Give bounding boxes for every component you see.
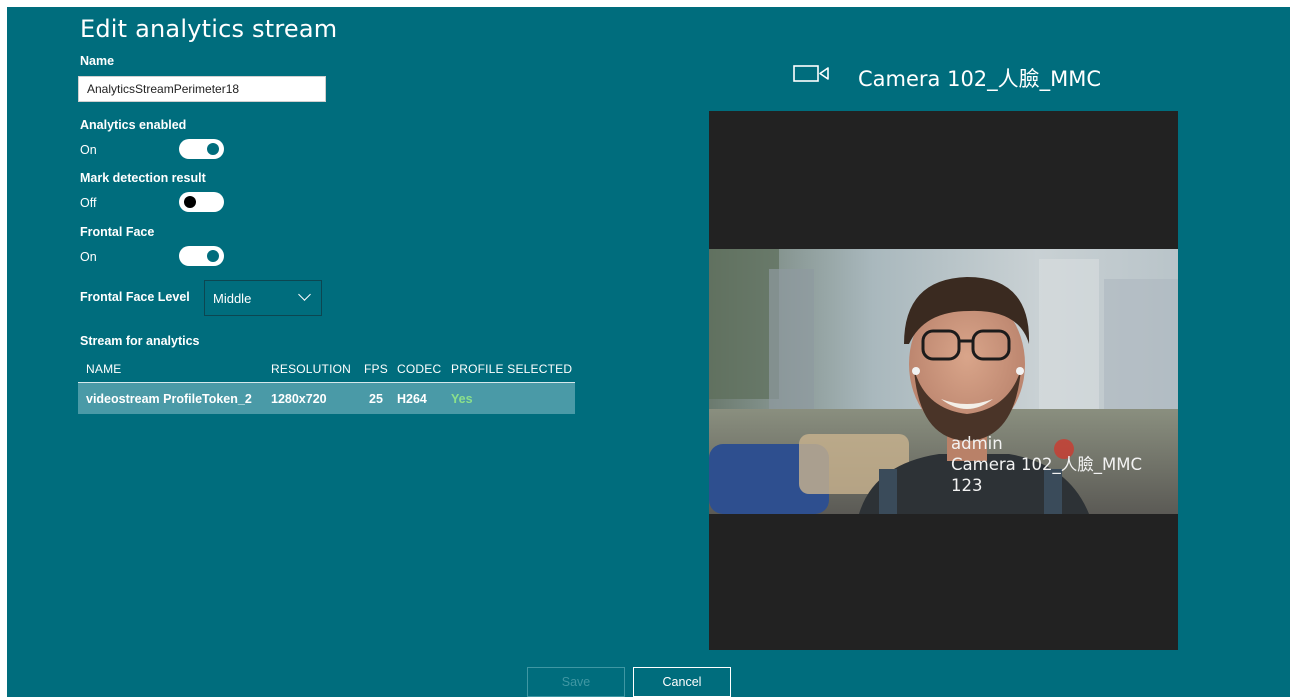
analytics-enabled-state: On [80,143,97,157]
name-label: Name [80,54,115,68]
overlay-line-code: 123 [951,476,983,495]
page-title: Edit analytics stream [80,15,338,43]
mark-detection-label: Mark detection result [80,171,206,185]
column-header-codec: CODEC [397,362,442,376]
cell-fps: 25 [369,392,383,406]
column-header-fps: FPS [364,362,388,376]
cancel-button[interactable]: Cancel [633,667,731,697]
toggle-knob [207,250,219,262]
name-input[interactable] [78,76,326,102]
mark-detection-state: Off [80,196,97,210]
video-preview: admin Camera 102_人臉_MMC 123 [709,111,1178,650]
column-header-name: NAME [86,362,122,376]
edit-analytics-stream-dialog: Edit analytics stream Name Analytics ena… [7,7,1290,697]
cell-codec: H264 [397,392,427,406]
cell-profile-selected: Yes [451,392,473,406]
frontal-face-level-label: Frontal Face Level [80,290,190,304]
stream-section-label: Stream for analytics [80,334,200,348]
toggle-knob [207,143,219,155]
dropdown-value: Middle [213,291,252,306]
overlay-line-user: admin [951,434,1003,453]
save-button[interactable]: Save [527,667,625,697]
frontal-face-toggle[interactable] [179,246,224,266]
video-camera-icon [793,63,837,85]
analytics-enabled-toggle[interactable] [179,139,224,159]
chevron-down-icon [298,288,311,301]
table-row[interactable]: videostream ProfileToken_2 1280x720 25 H… [78,382,575,414]
cell-name: videostream ProfileToken_2 [86,392,252,406]
camera-title: Camera 102_人臉_MMC [858,67,1102,91]
frontal-face-label: Frontal Face [80,225,155,239]
cell-resolution: 1280x720 [271,392,327,406]
frontal-face-level-dropdown[interactable]: Middle [204,280,322,316]
column-header-profile-selected: PROFILE SELECTED [451,362,573,376]
toggle-knob [184,196,196,208]
overlay-text: admin Camera 102_人臉_MMC 123 [951,433,1142,496]
overlay-line-camera: Camera 102_人臉_MMC [951,455,1142,474]
column-header-resolution: RESOLUTION [271,362,352,376]
mark-detection-toggle[interactable] [179,192,224,212]
frontal-face-state: On [80,250,97,264]
analytics-enabled-label: Analytics enabled [80,118,187,132]
